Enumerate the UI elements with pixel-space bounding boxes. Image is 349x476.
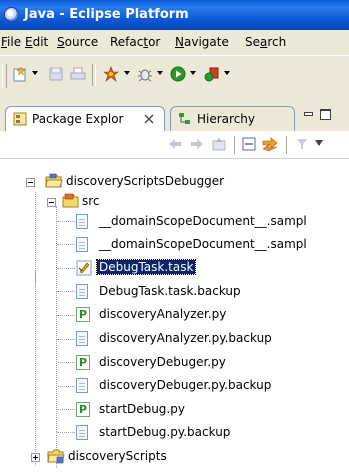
list-item[interactable]: __domainScopeDocument__.sampl — [0, 212, 349, 232]
python-file-icon: P — [76, 402, 90, 417]
view-tab-bar: Package Explor Hierarchy — [0, 103, 349, 132]
file-name: DebugTask.task.backup — [99, 284, 241, 298]
back-icon[interactable] — [168, 138, 182, 150]
file-icon — [76, 237, 88, 252]
view-toolbar-separator-2 — [286, 136, 288, 154]
menu-edit-label: dit — [32, 35, 49, 49]
window-title-bar[interactable]: Java - Eclipse Platform — [0, 0, 349, 30]
file-name: discoveryDebuger.py — [99, 355, 226, 369]
file-name-selected: DebugTask.task — [95, 259, 197, 275]
file-name: __domainScopeDocument__.sampl — [99, 237, 307, 251]
menu-refactor-label-pre: Refac — [110, 35, 144, 49]
debug-dropdown-icon[interactable] — [157, 71, 163, 75]
file-name: startDebug.py — [99, 402, 185, 416]
tab-hierarchy[interactable]: Hierarchy — [170, 106, 295, 131]
project-name: discoveryScripts — [68, 449, 167, 463]
toolbar-grip[interactable] — [2, 64, 7, 88]
new-wizard-icon[interactable] — [12, 66, 28, 82]
file-name: startDebug.py.backup — [99, 425, 231, 439]
list-item[interactable]: P discoveryDebuger.py — [0, 353, 349, 373]
main-toolbar — [0, 55, 349, 96]
tab-package-explorer-label: Package Explor — [32, 112, 124, 126]
view-toolbar — [0, 131, 349, 159]
tree-item-project[interactable]: discoveryScriptsDebugger — [0, 172, 349, 192]
save-icon[interactable] — [48, 66, 64, 82]
up-icon[interactable] — [212, 137, 226, 151]
collapse-all-icon[interactable] — [242, 137, 256, 151]
list-item[interactable]: __domainScopeDocument__.sampl — [0, 235, 349, 255]
list-item[interactable]: DebugTask.task.backup — [0, 282, 349, 302]
file-icon — [76, 284, 88, 299]
new-java-dropdown-icon[interactable] — [124, 71, 130, 75]
forward-icon[interactable] — [190, 138, 204, 150]
hierarchy-icon — [179, 113, 190, 124]
project-folder-icon — [45, 173, 63, 188]
tab-package-explorer[interactable]: Package Explor — [5, 106, 165, 131]
menu-edit-mnemonic: E — [25, 35, 33, 49]
minimize-view-icon[interactable] — [304, 112, 313, 116]
close-icon[interactable] — [144, 114, 154, 124]
file-name: __domainScopeDocument__.sampl — [99, 214, 307, 228]
menu-file[interactable]: File — [1, 35, 21, 49]
run-icon[interactable] — [170, 66, 186, 82]
menu-refactor[interactable]: Refactor — [110, 35, 160, 49]
new-java-project-icon[interactable] — [103, 66, 119, 82]
menu-navigate-mnemonic: N — [175, 35, 184, 49]
toolbar-separator — [92, 64, 96, 86]
expand-toggle[interactable] — [31, 453, 40, 462]
file-icon — [76, 331, 88, 346]
menu-file-label: ile — [7, 35, 22, 49]
run-dropdown-icon[interactable] — [190, 71, 196, 75]
list-item[interactable]: P discoveryAnalyzer.py — [0, 305, 349, 325]
file-icon — [76, 214, 88, 229]
menu-source[interactable]: Source — [57, 35, 98, 49]
python-file-icon: P — [76, 307, 90, 322]
link-with-editor-icon[interactable] — [262, 136, 278, 152]
tab-hierarchy-label: Hierarchy — [197, 112, 256, 126]
list-item[interactable]: P startDebug.py — [0, 400, 349, 420]
debug-icon[interactable] — [137, 66, 153, 82]
view-toolbar-separator — [234, 136, 236, 154]
file-name: discoveryDebuger.py.backup — [99, 378, 272, 392]
eclipse-icon — [4, 7, 19, 22]
list-item[interactable]: discoveryDebuger.py.backup — [0, 376, 349, 396]
python-file-icon: P — [76, 355, 90, 370]
maximize-view-icon[interactable] — [320, 109, 331, 120]
source-folder-icon — [62, 193, 79, 208]
list-item[interactable]: discoveryAnalyzer.py.backup — [0, 329, 349, 349]
menu-source-label: ource — [64, 35, 99, 49]
menu-bar: File Edit Source Refactor Navigate Searc… — [0, 30, 349, 55]
menu-search-label-pre: Se — [245, 35, 260, 49]
collapse-toggle[interactable] — [26, 178, 35, 187]
new-wizard-dropdown-icon[interactable] — [32, 71, 38, 75]
menu-navigate[interactable]: Navigate — [175, 35, 229, 49]
menu-refactor-label: or — [148, 35, 161, 49]
package-explorer-icon — [13, 112, 27, 126]
window-title: Java - Eclipse Platform — [24, 7, 189, 22]
file-name: discoveryAnalyzer.py — [99, 307, 227, 321]
view-menu-icon[interactable] — [314, 139, 324, 147]
menu-source-mnemonic: S — [57, 35, 65, 49]
tree-item-src[interactable]: src — [0, 192, 349, 212]
menu-search-label: rch — [267, 35, 287, 49]
menu-navigate-label: avigate — [183, 35, 229, 49]
file-icon — [76, 425, 88, 440]
run-external-dropdown-icon[interactable] — [224, 71, 230, 75]
project-folder-icon — [47, 449, 65, 464]
task-file-icon — [76, 260, 92, 276]
run-external-icon[interactable] — [204, 66, 220, 82]
file-name: discoveryAnalyzer.py.backup — [99, 331, 272, 345]
list-item[interactable]: startDebug.py.backup — [0, 423, 349, 443]
menu-search[interactable]: Search — [245, 35, 286, 49]
collapse-toggle[interactable] — [47, 198, 56, 207]
file-icon — [76, 378, 88, 393]
list-item[interactable]: DebugTask.task — [0, 258, 349, 278]
tree-item-project-2[interactable]: discoveryScripts — [0, 447, 349, 467]
src-folder-label: src — [82, 194, 100, 208]
print-icon[interactable] — [70, 66, 86, 82]
filter-icon[interactable] — [296, 137, 308, 151]
project-name: discoveryScriptsDebugger — [66, 174, 225, 188]
menu-edit[interactable]: Edit — [25, 35, 48, 49]
